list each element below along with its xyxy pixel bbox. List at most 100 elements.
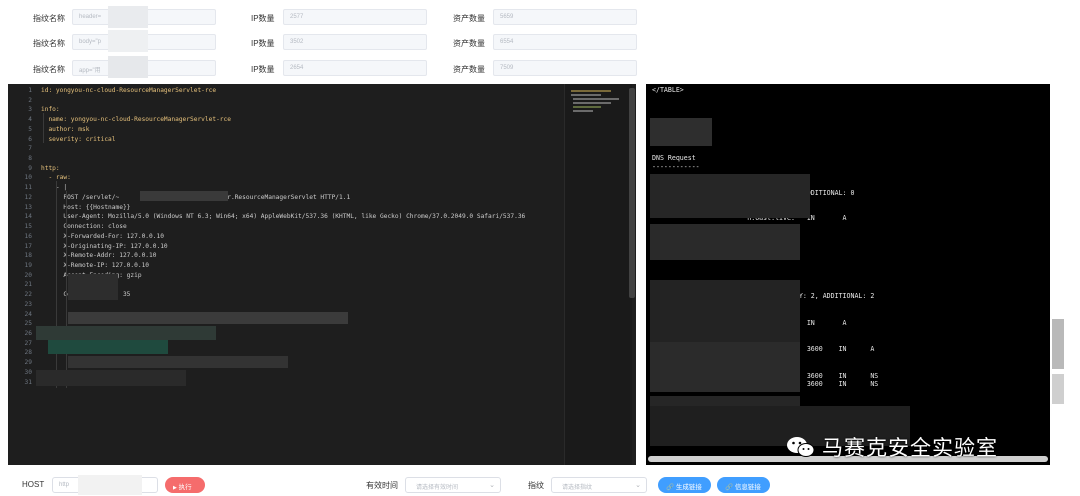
minimap-line [573, 98, 619, 100]
line-number: 9 [28, 164, 32, 172]
fingerprint-label: 指纹 [528, 481, 544, 490]
code-line: id: yongyou-nc-cloud-ResourceManagerServ… [41, 87, 217, 94]
line-number: 20 [24, 271, 32, 279]
line-number: 1 [28, 87, 32, 94]
mosaic-block [48, 340, 168, 354]
line-number: 23 [24, 300, 32, 308]
line-number: 18 [24, 252, 32, 260]
fingerprint-name-label: 指纹名称 [33, 39, 65, 48]
play-icon: ▶ [173, 485, 177, 491]
indent-guide [43, 113, 44, 143]
line-number: 7 [28, 145, 32, 153]
generate-link-button[interactable]: 🔗 生成链接 [658, 477, 711, 493]
line-number: 14 [24, 213, 32, 221]
code-line: author: msk [41, 125, 90, 133]
line-number: 15 [24, 223, 32, 231]
line-number: 29 [24, 359, 32, 367]
mosaic-block [78, 475, 142, 495]
mosaic-block [1052, 374, 1064, 404]
line-number: 31 [24, 378, 32, 386]
minimap-line [573, 102, 611, 104]
asset-count-value: 5659 [493, 9, 637, 25]
code-line: - | [41, 184, 68, 192]
code-line: Host: {{Hostname}} [41, 203, 131, 211]
mosaic-block [36, 326, 216, 340]
mosaic-block [650, 224, 800, 260]
line-number: 25 [24, 320, 32, 328]
expire-time-label: 有效时间 [366, 481, 398, 490]
info-link-label: 信息链接 [734, 484, 761, 491]
line-number: 28 [24, 349, 32, 357]
mosaic-block [36, 370, 186, 386]
watermark-text: 马赛克安全实验室 [822, 436, 998, 460]
ip-count-value: 2654 [283, 60, 427, 76]
terminal-line: ------------ [652, 163, 700, 171]
fingerprint-select[interactable]: 请选择指纹 ⌄ [551, 477, 647, 493]
line-number: 13 [24, 203, 32, 211]
minimap-line [573, 106, 601, 108]
line-number: 12 [24, 193, 32, 201]
line-number: 30 [24, 368, 32, 376]
editor-minimap[interactable] [564, 84, 632, 465]
mosaic-block [108, 6, 148, 28]
chevron-down-icon: ⌄ [489, 482, 495, 489]
line-number: 11 [24, 184, 32, 192]
code-line: severity: critical [41, 135, 116, 143]
line-number: 19 [24, 261, 32, 269]
minimap-line [571, 94, 601, 96]
mosaic-block [650, 174, 810, 218]
link-icon: 🔗 [666, 484, 675, 491]
line-number: 16 [24, 232, 32, 240]
code-line: X-Originating-IP: 127.0.0.10 [41, 242, 168, 250]
mosaic-block [1052, 319, 1064, 369]
line-number: 10 [24, 174, 32, 182]
asset-count-label: 资产数量 [453, 14, 485, 23]
terminal-line: DNS Request [652, 154, 696, 162]
line-number: 5 [28, 125, 32, 133]
fingerprint-name-label: 指纹名称 [33, 14, 65, 23]
host-label: HOST [22, 480, 45, 489]
expire-time-placeholder: 请选择有效时间 [416, 485, 459, 491]
code-line: name: yongyou-nc-cloud-ResourceManagerSe… [41, 116, 231, 124]
line-number: 21 [24, 281, 32, 289]
mosaic-block [108, 30, 148, 52]
line-number: 24 [24, 310, 32, 318]
right-edge-panel [1052, 84, 1080, 465]
code-line: Connection: close [41, 223, 127, 231]
asset-count-label: 资产数量 [453, 65, 485, 74]
watermark: 马赛克安全实验室 [786, 430, 998, 464]
asset-count-label: 资产数量 [453, 39, 485, 48]
run-button[interactable]: ▶ 执行 [165, 477, 205, 493]
minimap-line [571, 90, 611, 92]
terminal-line: </TABLE> [652, 86, 684, 94]
ip-count-value: 2577 [283, 9, 427, 25]
fingerprint-placeholder: 请选择指纹 [562, 485, 593, 491]
chevron-down-icon: ⌄ [635, 482, 641, 489]
code-line: X-Forwarded-For: 127.0.0.10 [41, 232, 164, 240]
template-code-editor[interactable]: 1 2 3 4 5 6 7 8 9 10 11 12 13 14 15 16 17 18 19 20 21 22 23 24 2… [8, 84, 636, 465]
fingerprint-name-label: 指纹名称 [33, 65, 65, 74]
ip-count-label: IP数量 [251, 14, 275, 23]
indent-guide [66, 191, 67, 388]
expire-time-select[interactable]: 请选择有效时间 ⌄ [405, 477, 501, 493]
line-number: 6 [28, 135, 32, 143]
asset-count-value: 7509 [493, 60, 637, 76]
code-line: X-Remote-IP: 127.0.0.10 [41, 261, 150, 269]
mosaic-block [140, 191, 228, 201]
line-number: 22 [24, 291, 32, 299]
line-number: 17 [24, 242, 32, 250]
line-number: 27 [24, 339, 32, 347]
mosaic-block [68, 312, 348, 324]
run-button-label: 执行 [178, 484, 192, 491]
mosaic-block [108, 56, 148, 78]
line-number: 2 [28, 96, 32, 104]
code-line: http: [41, 164, 60, 172]
ip-count-label: IP数量 [251, 65, 275, 74]
minimap-line [573, 110, 593, 112]
wechat-icon [786, 435, 816, 459]
info-link-button[interactable]: 🔗 信息链接 [717, 477, 770, 493]
code-line: X-Remote-Addr: 127.0.0.10 [41, 252, 157, 260]
line-number: 26 [24, 330, 32, 337]
mosaic-block [68, 356, 288, 368]
editor-scrollbar[interactable] [629, 88, 635, 298]
